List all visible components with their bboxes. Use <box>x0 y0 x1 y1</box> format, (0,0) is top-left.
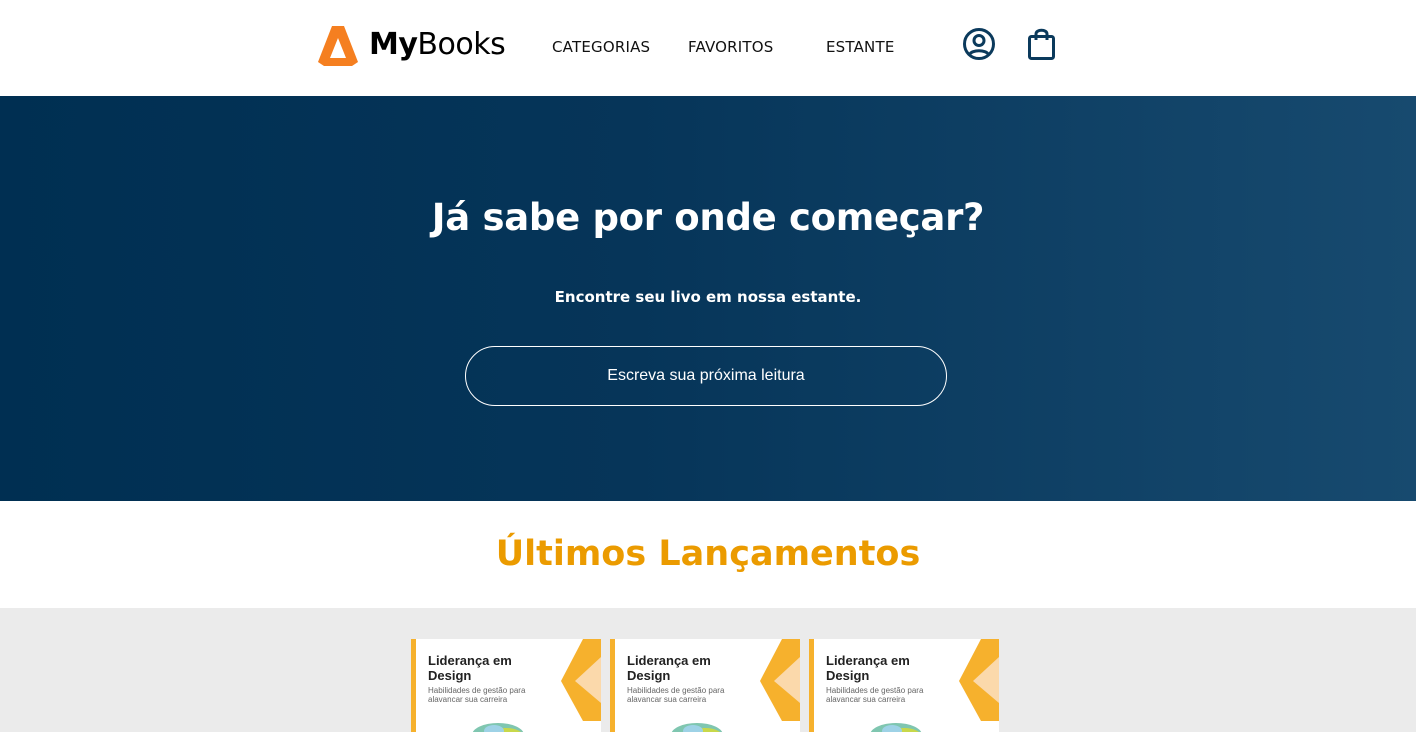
logo-triangle-icon <box>318 26 358 66</box>
nav-item-categorias[interactable]: CATEGORIAS <box>552 38 650 56</box>
launches-title: Últimos Lançamentos <box>495 534 921 574</box>
book-cover-chevron-art <box>760 639 800 721</box>
book-title: Liderança em Design <box>428 653 512 683</box>
logo-text-bold: My <box>369 27 418 62</box>
shopping-bag-icon <box>1028 28 1055 60</box>
hero-title: Já sabe por onde começar? <box>431 196 985 239</box>
book-card[interactable]: Liderança em Design Habilidades de gestã… <box>411 639 601 732</box>
book-cover-spine <box>411 639 416 732</box>
book-card[interactable]: Liderança em Design Habilidades de gestã… <box>809 639 999 732</box>
nav-item-favoritos[interactable]: FAVORITOS <box>688 38 774 56</box>
user-button[interactable] <box>960 26 1000 66</box>
book-cover-illustration <box>870 723 922 732</box>
user-circle-icon <box>963 28 995 60</box>
logo-text-light: Books <box>417 27 506 62</box>
logo-text: MyBooks <box>369 27 506 62</box>
book-cover-illustration <box>472 723 524 732</box>
book-cover-illustration <box>671 723 723 732</box>
hero-subtitle: Encontre seu livo em nossa estante. <box>554 288 862 306</box>
book-cover-spine <box>809 639 814 732</box>
logo[interactable]: MyBooks <box>318 24 506 66</box>
book-cover-spine <box>610 639 615 732</box>
book-subtitle: Habilidades de gestão para alavancar sua… <box>826 686 924 704</box>
search-input[interactable] <box>465 346 947 406</box>
cart-button[interactable] <box>1022 26 1062 66</box>
book-title: Liderança em Design <box>627 653 711 683</box>
nav-item-estante[interactable]: ESTANTE <box>826 38 895 56</box>
book-card[interactable]: Liderança em Design Habilidades de gestã… <box>610 639 800 732</box>
book-cover-chevron-art <box>959 639 999 721</box>
book-cover-chevron-art <box>561 639 601 721</box>
hero-banner: Já sabe por onde começar? Encontre seu l… <box>0 96 1416 501</box>
book-subtitle: Habilidades de gestão para alavancar sua… <box>627 686 725 704</box>
book-subtitle: Habilidades de gestão para alavancar sua… <box>428 686 526 704</box>
site-header: MyBooks CATEGORIAS FAVORITOS ESTANTE <box>0 0 1416 96</box>
book-title: Liderança em Design <box>826 653 910 683</box>
